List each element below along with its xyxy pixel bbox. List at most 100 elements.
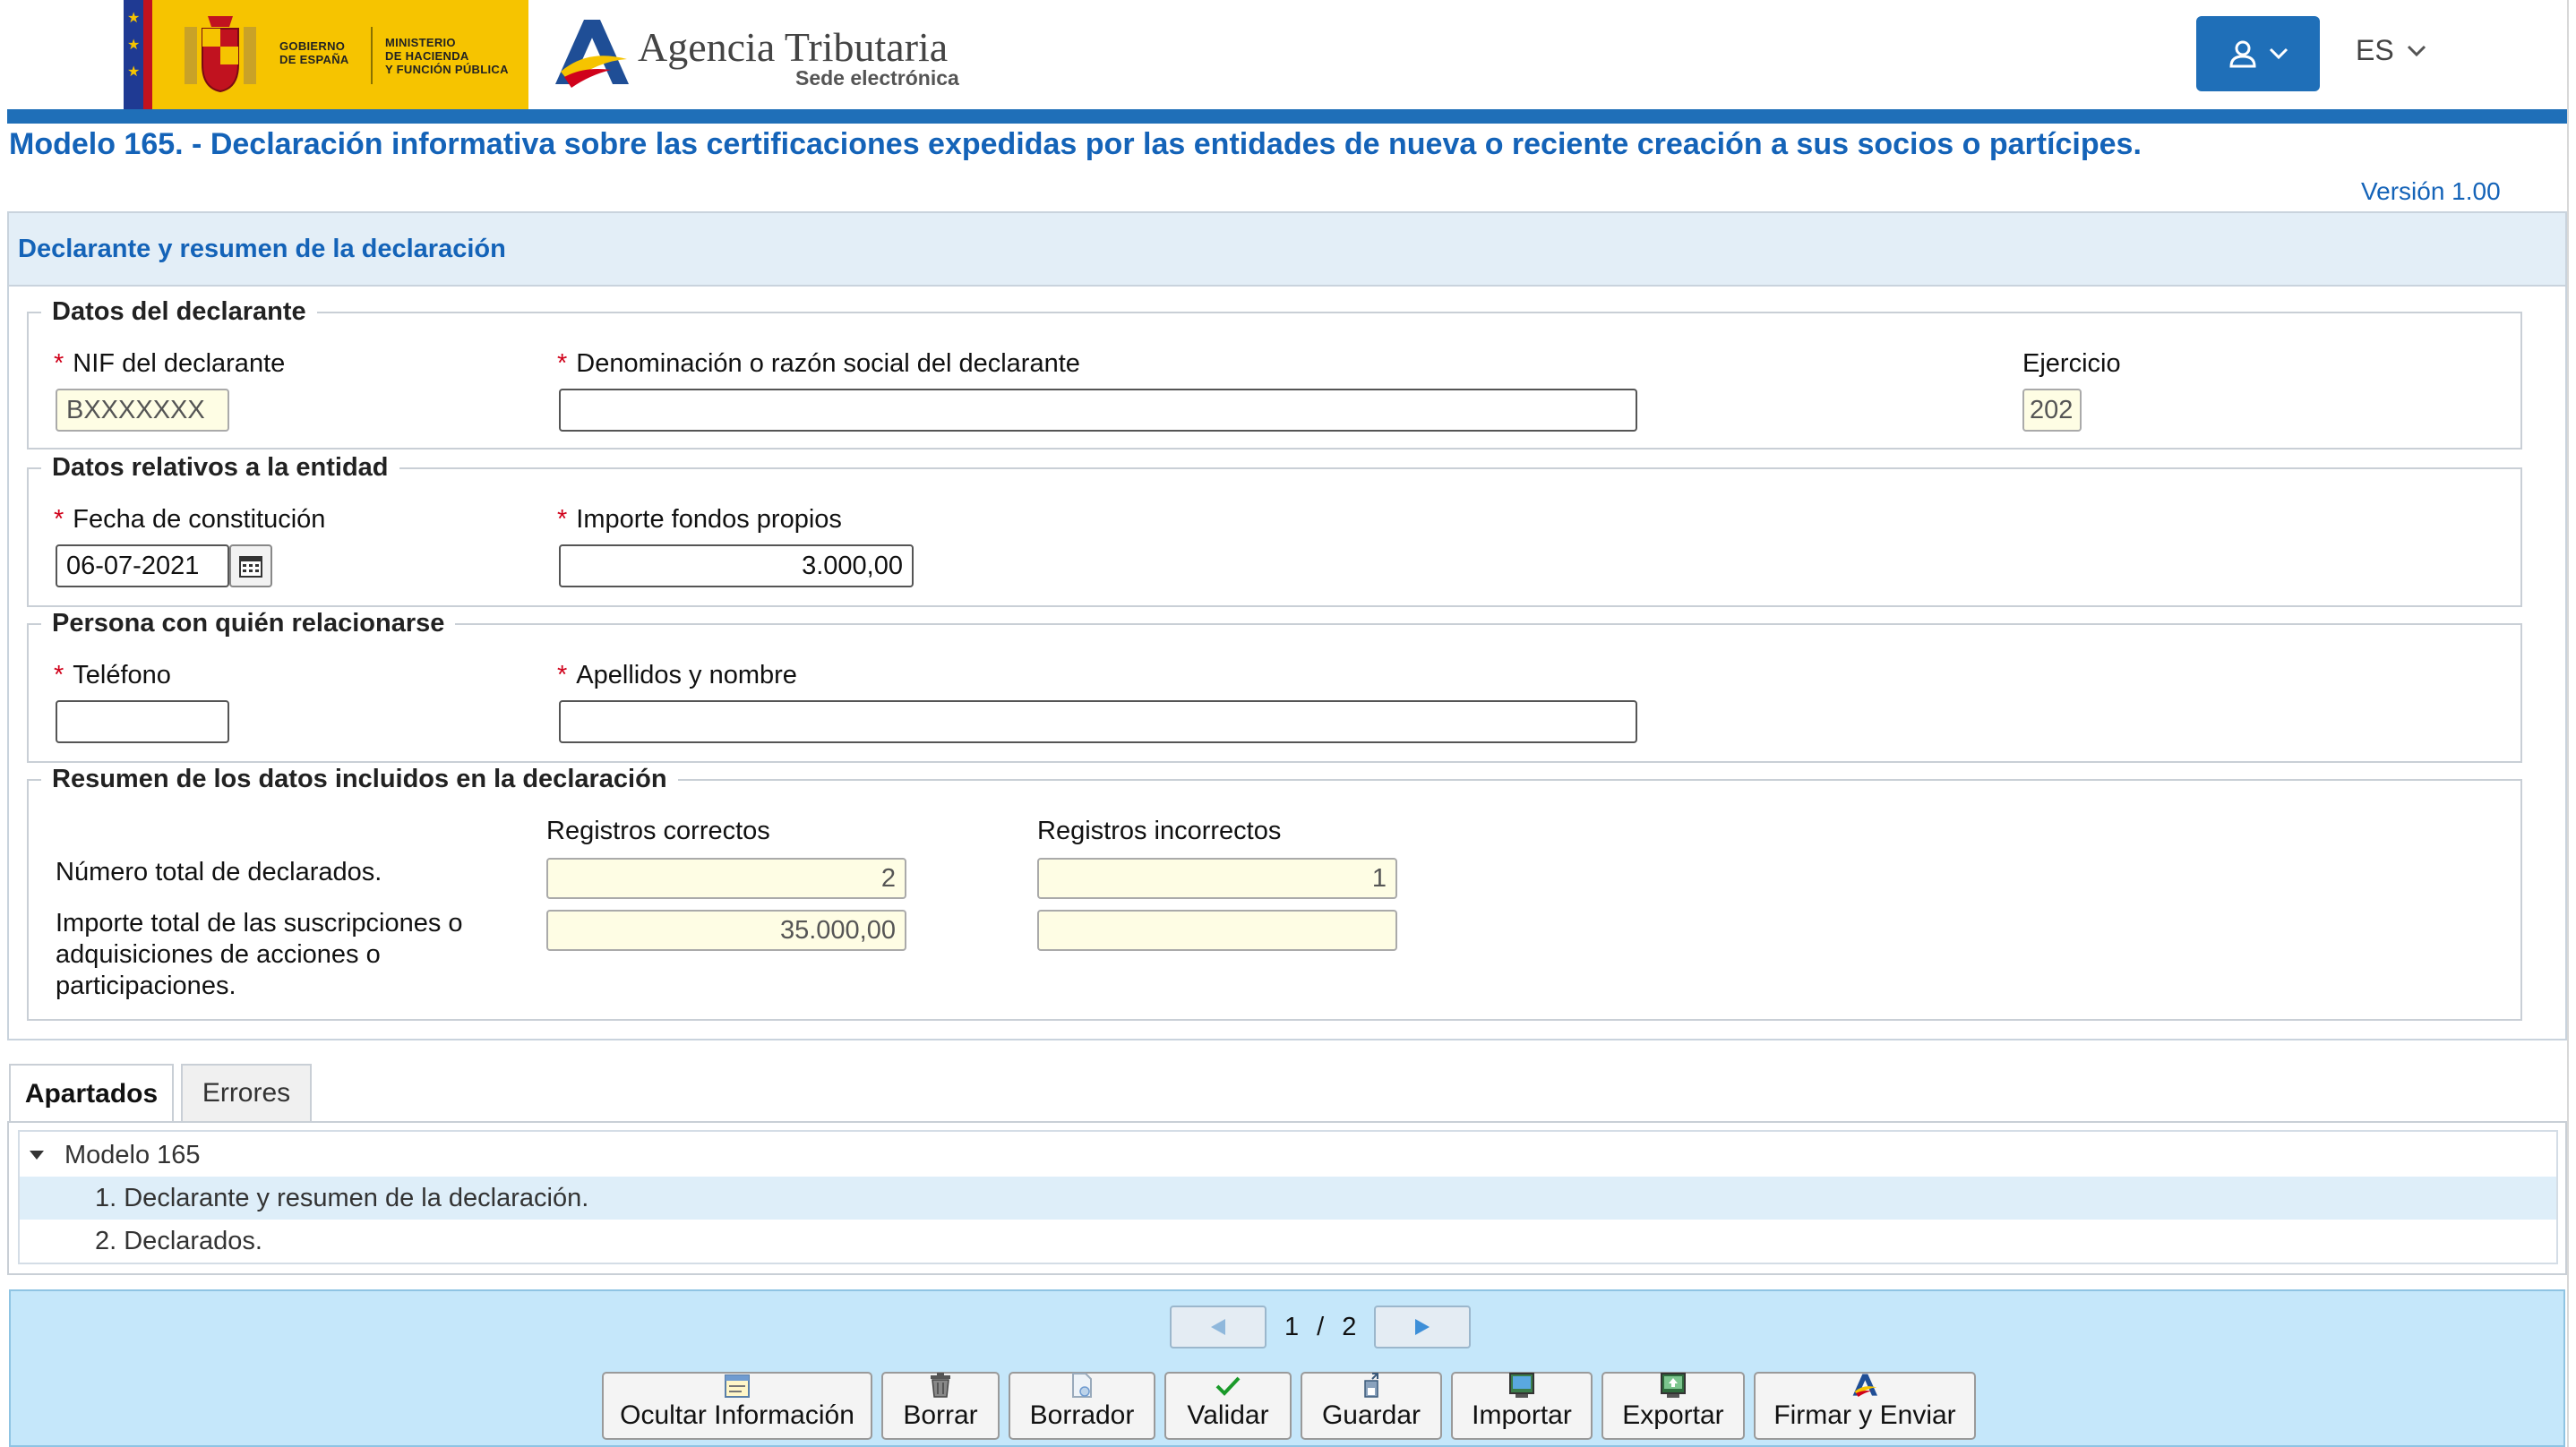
tree-item-declarante[interactable]: 1. Declarante y resumen de la declaració… — [20, 1177, 2556, 1220]
importe-correctos-field[interactable] — [546, 910, 906, 951]
coat-of-arms-icon — [185, 16, 256, 93]
required-mark: * — [557, 505, 568, 534]
button-label: Guardar — [1321, 1400, 1421, 1430]
window-edge — [2567, 0, 2569, 1447]
trash-icon — [931, 1373, 950, 1398]
tree-item-label: 1. Declarante y resumen de la declaració… — [95, 1183, 589, 1212]
denominacion-input[interactable] — [559, 389, 1637, 432]
denominacion-label-text: Denominación o razón social del declaran… — [576, 349, 1080, 378]
tab-label: Apartados — [24, 1079, 159, 1109]
language-selector[interactable]: ES — [2356, 34, 2426, 67]
required-mark: * — [557, 661, 568, 689]
ejercicio-input[interactable] — [2022, 389, 2082, 432]
telefono-input[interactable] — [56, 700, 229, 743]
government-label-line: GOBIERNO — [279, 39, 346, 53]
calendar-button[interactable] — [229, 544, 272, 587]
draft-document-icon — [1072, 1373, 1092, 1398]
required-mark: * — [557, 349, 568, 378]
current-page: 1 — [1284, 1312, 1300, 1341]
importe-suscripciones-label-line: participaciones. — [56, 972, 236, 1000]
importar-button[interactable]: Importar — [1451, 1372, 1593, 1440]
spain-flag-stripe — [143, 0, 152, 109]
arrow-left-icon — [1211, 1319, 1225, 1335]
ministry-label-line: DE HACIENDA — [385, 49, 469, 63]
registros-incorrectos-header: Registros incorrectos — [1037, 817, 1282, 845]
importe-suscripciones-label: Importe total de las suscripciones o adq… — [56, 908, 463, 1002]
importe-fondos-label: * Importe fondos propios — [557, 505, 842, 535]
button-label: Validar — [1187, 1400, 1269, 1430]
tree-root-modelo-165[interactable]: Modelo 165 — [20, 1134, 2556, 1177]
importe-incorrectos-field[interactable] — [1037, 910, 1397, 951]
government-label: GOBIERNO DE ESPAÑA — [279, 39, 349, 66]
fieldset-legend: Persona con quién relacionarse — [52, 609, 445, 638]
agency-subtitle: Sede electrónica — [795, 66, 959, 90]
required-mark: * — [54, 505, 64, 534]
required-mark: * — [54, 661, 64, 689]
apellidos-nombre-label: * Apellidos y nombre — [557, 661, 797, 690]
arrow-right-icon — [1415, 1319, 1430, 1335]
ministry-label-line: MINISTERIO — [385, 36, 456, 49]
version-label: Versión 1.00 — [2361, 177, 2501, 205]
nif-label: * NIF del declarante — [54, 349, 285, 379]
borrar-button[interactable]: Borrar — [881, 1372, 1000, 1440]
numero-declarados-label: Número total de declarados. — [56, 858, 382, 886]
telefono-label-text: Teléfono — [73, 661, 171, 689]
language-label: ES — [2356, 34, 2394, 66]
borrador-button[interactable]: Borrador — [1009, 1372, 1155, 1440]
button-label: Borrar — [903, 1400, 978, 1430]
total-pages: 2 — [1342, 1312, 1357, 1341]
registros-correctos-header: Registros correctos — [546, 817, 770, 845]
fieldset-legend: Datos del declarante — [52, 297, 306, 326]
panel-title: Declarante y resumen de la declaración — [18, 235, 506, 263]
logo-divider — [371, 27, 373, 84]
validar-button[interactable]: Validar — [1164, 1372, 1292, 1440]
guardar-button[interactable]: Guardar — [1301, 1372, 1442, 1440]
agency-name: Agencia Tributaria — [638, 24, 949, 70]
import-icon — [1509, 1373, 1534, 1398]
header-accent-bar — [7, 109, 2569, 124]
ocultar-informacion-button[interactable]: Ocultar Información — [602, 1372, 872, 1440]
export-icon — [1661, 1373, 1686, 1398]
importe-fondos-input[interactable] — [559, 544, 914, 587]
exportar-button[interactable]: Exportar — [1601, 1372, 1745, 1440]
tab-errores[interactable]: Errores — [181, 1064, 312, 1123]
tree-root-label: Modelo 165 — [64, 1140, 201, 1169]
nif-label-text: NIF del declarante — [73, 349, 286, 378]
ejercicio-label: Ejercicio — [2022, 349, 2121, 378]
button-label: Ocultar Información — [620, 1400, 854, 1430]
nif-input[interactable] — [56, 389, 229, 432]
caret-down-icon[interactable] — [29, 1150, 45, 1160]
declarados-incorrectos-field[interactable] — [1037, 858, 1397, 899]
tab-label: Errores — [202, 1078, 291, 1108]
declarados-correctos-field[interactable] — [546, 858, 906, 899]
page-title: Modelo 165. - Declaración informativa so… — [9, 127, 2142, 161]
button-label: Exportar — [1622, 1400, 1724, 1430]
button-label: Importar — [1472, 1400, 1572, 1430]
ministry-label-line: Y FUNCIÓN PÚBLICA — [385, 63, 509, 76]
check-icon — [1215, 1376, 1241, 1396]
firmar-enviar-button[interactable]: Firmar y Enviar — [1754, 1372, 1976, 1440]
chevron-down-icon — [2269, 47, 2288, 60]
fecha-constitucion-input[interactable] — [56, 544, 229, 587]
apellidos-nombre-input[interactable] — [559, 700, 1637, 743]
tab-apartados[interactable]: Apartados — [9, 1064, 174, 1123]
calendar-icon — [239, 556, 262, 578]
telefono-label: * Teléfono — [54, 661, 171, 690]
save-icon — [1364, 1373, 1378, 1398]
pager: 1 / 2 — [1170, 1306, 1472, 1349]
page-separator: / — [1317, 1312, 1325, 1341]
fieldset-legend: Datos relativos a la entidad — [52, 453, 389, 482]
chevron-down-icon — [2407, 45, 2426, 56]
button-label: Firmar y Enviar — [1773, 1400, 1956, 1430]
star-icon: ★ — [127, 11, 141, 26]
next-page-button[interactable] — [1374, 1306, 1472, 1349]
star-icon: ★ — [127, 64, 141, 80]
agencia-tributaria-logo-icon[interactable] — [548, 13, 634, 93]
importe-fondos-label-text: Importe fondos propios — [576, 505, 842, 534]
user-menu-button[interactable] — [2196, 16, 2320, 91]
tree-item-declarados[interactable]: 2. Declarados. — [20, 1220, 2556, 1263]
denominacion-label: * Denominación o razón social del declara… — [557, 349, 1080, 379]
previous-page-button[interactable] — [1170, 1306, 1267, 1349]
info-panel-icon — [725, 1374, 750, 1398]
button-label: Borrador — [1029, 1400, 1135, 1430]
